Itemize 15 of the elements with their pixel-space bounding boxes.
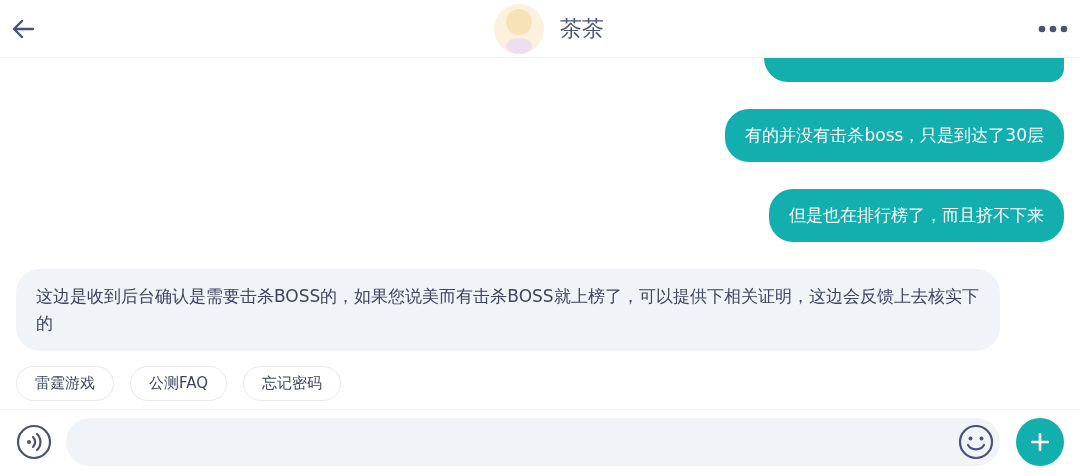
add-button[interactable] bbox=[1016, 418, 1064, 466]
quick-reply-chip[interactable]: 忘记密码 bbox=[243, 366, 342, 401]
chat-title: 茶茶 bbox=[560, 14, 604, 43]
message-input[interactable] bbox=[66, 418, 1000, 466]
plus-icon bbox=[1031, 433, 1049, 451]
message-bubble: 但是也在排行榜了，而且挤不下来 bbox=[769, 189, 1064, 242]
back-icon[interactable] bbox=[12, 19, 34, 38]
voice-icon[interactable] bbox=[16, 424, 52, 460]
message-bubble: 有的并没有击杀boss，只是到达了30层 bbox=[725, 109, 1064, 162]
quick-reply-chip[interactable]: 雷霆游戏 bbox=[16, 366, 114, 401]
message-bubble: 这边是收到后台确认是需要击杀BOSS的，如果您说美而有击杀BOSS就上榜了，可以提供下相关证明，这边会反馈上去核实下的 bbox=[16, 269, 1000, 351]
avatar bbox=[494, 3, 544, 54]
quick-reply-chip[interactable]: 公测FAQ bbox=[130, 366, 228, 401]
more-icon[interactable] bbox=[1038, 24, 1068, 33]
emoji-icon[interactable] bbox=[958, 424, 994, 460]
